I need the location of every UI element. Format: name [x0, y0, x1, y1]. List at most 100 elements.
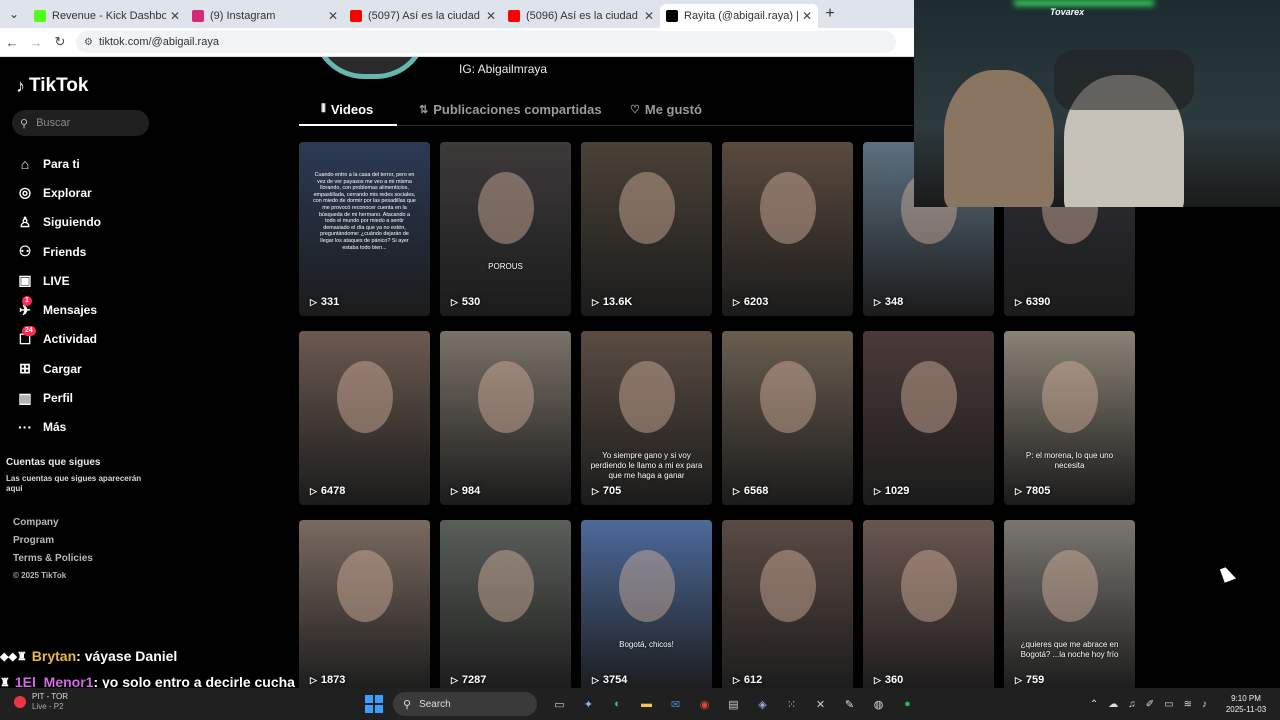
browser-tab[interactable]: Rayita (@abigail.raya) | TikTok ✕ [660, 4, 818, 28]
reload-icon[interactable]: ↻ [48, 34, 72, 50]
weather-widget[interactable]: PIT - TOR Live - P2 [14, 692, 68, 712]
weather-subtitle: Live - P2 [32, 702, 64, 711]
spotify-icon[interactable]: ● [897, 693, 919, 715]
sidebar-item-label: Cargar [43, 361, 82, 376]
tray-chevron-icon[interactable]: ⌃ [1090, 699, 1098, 710]
sidebar-item-siguiendo[interactable]: ♙ Siguiendo [16, 208, 101, 237]
sidebar-item-label: Para ti [43, 156, 80, 171]
new-tab-button[interactable]: + [818, 5, 842, 23]
video-thumbnail[interactable]: ▷ 6568 [722, 331, 853, 505]
play-icon: ▷ [451, 674, 458, 685]
copyright: © 2025 TikTok [13, 571, 67, 580]
sidebar-item-live[interactable]: ▣ LIVE [16, 266, 101, 295]
display-icon[interactable]: ▭ [1164, 699, 1173, 710]
url-field[interactable]: ⚙ tiktok.com/@abigail.raya [76, 31, 896, 53]
edge-icon[interactable]: ◐ [607, 693, 629, 715]
volume-icon[interactable]: ♪ [1202, 699, 1207, 710]
video-thumbnail[interactable]: Bogotá, chicos! ▷ 3754 [581, 520, 712, 688]
tab-label: Revenue - Kick Dashboard [52, 10, 166, 22]
tab-reposts[interactable]: ⇅ Publicaciones compartidas [419, 102, 602, 117]
play-icon: ▷ [874, 296, 881, 307]
play-icon: ▷ [1015, 485, 1022, 496]
copilot-icon[interactable]: ✦ [578, 693, 600, 715]
start-button[interactable] [365, 695, 383, 713]
view-count-value: 7287 [461, 674, 487, 686]
file-explorer-icon[interactable]: ▬ [636, 693, 658, 715]
video-thumbnail[interactable]: ▷ 360 [863, 520, 994, 688]
microphone-icon[interactable]: ♫ [1128, 699, 1136, 710]
sidebar-item-mensajes[interactable]: ✈ Mensajes 1 [16, 295, 101, 324]
video-thumbnail[interactable]: POROUS ▷ 530 [440, 142, 571, 316]
tiktok-logo[interactable]: ♪ TikTok [16, 75, 88, 97]
video-thumbnail[interactable]: Yo siempre gano y si voy perdiendo le ll… [581, 331, 712, 505]
footer-link-terms[interactable]: Terms & Policies [13, 553, 93, 571]
obs-icon[interactable]: ◍ [868, 693, 890, 715]
video-caption: Yo siempre gano y si voy perdiendo le ll… [590, 451, 703, 480]
notepad-icon[interactable]: ✎ [839, 693, 861, 715]
video-thumbnail[interactable]: ▷ 6478 [299, 331, 430, 505]
search-input[interactable]: ⚲ Buscar [12, 110, 149, 136]
video-thumbnail[interactable]: ▷ 984 [440, 331, 571, 505]
tab-close-icon[interactable]: ✕ [486, 9, 496, 23]
tray-app-icon[interactable]: ☁ [1108, 699, 1118, 710]
sidebar-item-cargar[interactable]: ⊞ Cargar [16, 354, 101, 383]
tab-close-icon[interactable]: ✕ [328, 9, 338, 23]
video-thumbnail[interactable]: ▷ 13.6K [581, 142, 712, 316]
browser-tab[interactable]: (9) Instagram ✕ [186, 4, 344, 28]
tab-liked[interactable]: ♡ Me gustó [630, 102, 702, 117]
video-overlay-text: Cuando entro a la casa del terror, pero … [313, 172, 416, 251]
upload-icon: ⊞ [19, 360, 31, 377]
video-thumbnail[interactable]: ¿quieres que me abrace en Bogotá? ...la … [1004, 520, 1135, 688]
view-count-value: 530 [461, 296, 481, 308]
video-thumbnail[interactable]: Cuando entro a la casa del terror, pero … [299, 142, 430, 316]
pen-icon[interactable]: ✐ [1146, 699, 1154, 710]
live-icon: ▣ [18, 272, 32, 289]
view-count: ▷ 6203 [733, 296, 768, 308]
tab-close-icon[interactable]: ✕ [644, 9, 654, 23]
profile-avatar[interactable] [312, 57, 428, 79]
play-icon: ▷ [310, 296, 317, 307]
browser-tab[interactable]: (5096) Así es la ciudad más FUTU ✕ [502, 4, 660, 28]
tab-label: (9) Instagram [210, 10, 276, 22]
sidebar-item-explorar[interactable]: ◎ Explorar [16, 178, 101, 207]
system-clock[interactable]: 9:10 PM 2025-11-03 [1216, 693, 1276, 715]
video-caption: POROUS [488, 262, 523, 271]
sidebar-item-friends[interactable]: ⚇ Friends [16, 237, 101, 266]
video-thumbnail[interactable]: ▷ 6203 [722, 142, 853, 316]
wifi-icon[interactable]: ≋ [1184, 699, 1192, 710]
footer-link-program[interactable]: Program [13, 535, 93, 553]
view-count-value: 331 [320, 296, 340, 308]
outlook-icon[interactable]: ✉ [665, 693, 687, 715]
vpn-icon[interactable]: ◈ [752, 693, 774, 715]
apps-grid-icon[interactable]: ⁙ [781, 693, 803, 715]
forward-icon[interactable]: → [24, 35, 48, 50]
back-icon[interactable]: ← [0, 35, 24, 50]
site-info-icon[interactable]: ⚙ [84, 37, 93, 48]
tab-close-icon[interactable]: ✕ [802, 9, 812, 23]
view-count: ▷ 6478 [310, 485, 345, 497]
sidebar-item-más[interactable]: ··· Más [16, 413, 101, 442]
tab-search-chevron-icon[interactable]: ⌄ [0, 0, 28, 28]
search-placeholder: Buscar [36, 117, 71, 129]
browser-tab[interactable]: (5097) Así es la ciudad más FUTU ✕ [344, 4, 502, 28]
taskbar-search[interactable]: ⚲ Search [393, 692, 537, 716]
video-caption: P: el morena, lo que uno necesita [1025, 451, 1114, 470]
tools-icon[interactable]: ✕ [810, 693, 832, 715]
play-icon: ▷ [733, 296, 740, 307]
browser-tab[interactable]: Revenue - Kick Dashboard ✕ [28, 4, 186, 28]
tab-close-icon[interactable]: ✕ [170, 9, 180, 23]
video-thumbnail[interactable]: ▷ 1029 [863, 331, 994, 505]
video-thumbnail[interactable]: ▷ 7287 [440, 520, 571, 688]
sidebar-item-perfil[interactable]: ▥ Perfil [16, 383, 101, 412]
view-count-value: 705 [602, 485, 622, 497]
task-view-icon[interactable]: ▭ [549, 693, 571, 715]
video-thumbnail[interactable]: P: el morena, lo que uno necesita ▷ 7805 [1004, 331, 1135, 505]
video-subject [1042, 550, 1098, 622]
sidebar-item-actividad[interactable]: ☐ Actividad 24 [16, 325, 101, 354]
chrome-icon[interactable]: ◉ [694, 693, 716, 715]
sidebar-item-para-ti[interactable]: ⌂ Para ti [16, 149, 101, 178]
tab-videos[interactable]: ⦀ Videos [321, 102, 373, 117]
footer-link-company[interactable]: Company [13, 517, 93, 535]
store-icon[interactable]: ▤ [723, 693, 745, 715]
video-thumbnail[interactable]: ▷ 612 [722, 520, 853, 688]
